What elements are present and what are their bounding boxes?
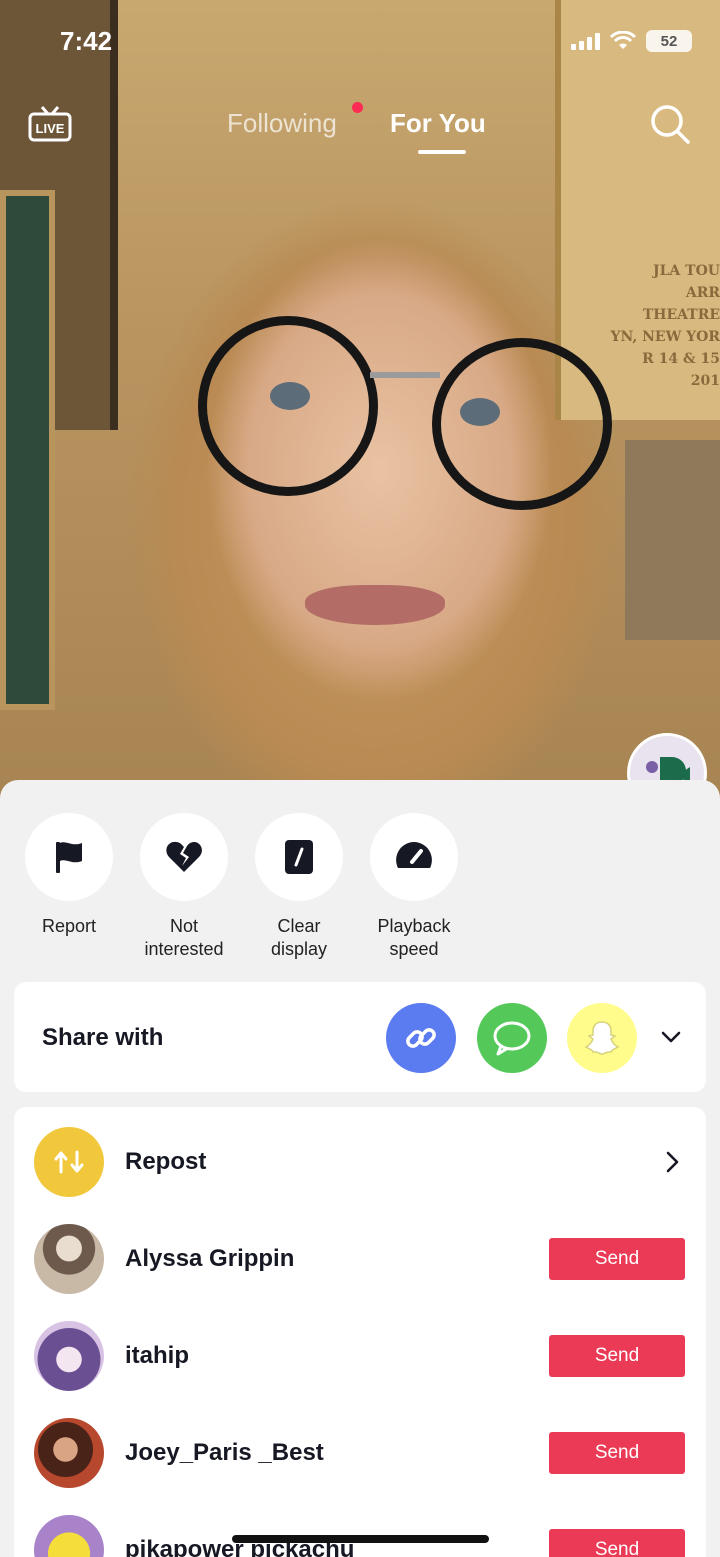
contact-name: Alyssa Grippin — [125, 1245, 295, 1272]
contact-row: itahip Send — [14, 1311, 706, 1401]
repost-icon-circle — [34, 1127, 104, 1197]
battery-indicator: 52 — [646, 30, 692, 52]
message-icon — [493, 1021, 531, 1056]
live-tv-icon[interactable]: LIVE — [28, 106, 72, 142]
contact-row: Alyssa Grippin Send — [14, 1214, 706, 1304]
action-row: Report Not interested Clear display Play… — [0, 813, 720, 973]
poster-line: ARR THEATRE — [642, 285, 720, 323]
playback-speed-button[interactable] — [370, 813, 458, 901]
link-icon — [406, 1028, 436, 1048]
glasses-lens — [198, 316, 378, 496]
clear-display-action[interactable]: Clear display — [239, 813, 359, 961]
share-with-card: Share with — [14, 982, 706, 1092]
sms-share-button[interactable] — [477, 1003, 547, 1073]
repost-label: Repost — [125, 1148, 207, 1175]
clear-display-button[interactable] — [255, 813, 343, 901]
svg-text:LIVE: LIVE — [36, 121, 65, 136]
avatar[interactable] — [34, 1418, 104, 1488]
home-indicator — [232, 1535, 489, 1543]
glasses-lens — [432, 338, 612, 510]
send-button[interactable]: Send — [549, 1432, 685, 1474]
snapchat-share-button[interactable] — [567, 1003, 637, 1073]
tab-for-you[interactable]: For You — [390, 108, 486, 139]
notification-dot — [352, 102, 363, 113]
share-sheet: Report Not interested Clear display Play… — [0, 780, 720, 1557]
send-button[interactable]: Send — [549, 1529, 685, 1557]
flag-icon — [56, 842, 82, 873]
playback-speed-action[interactable]: Playback speed — [354, 813, 474, 961]
not-interested-action[interactable]: Not interested — [124, 813, 244, 961]
repost-row[interactable]: Repost — [14, 1117, 706, 1207]
active-tab-indicator — [418, 150, 466, 154]
contact-name: Joey_Paris _Best — [125, 1439, 324, 1466]
report-label: Report — [41, 916, 97, 936]
cellular-signal-icon — [571, 32, 600, 50]
chevron-right-icon — [666, 1151, 679, 1173]
report-action[interactable]: Report — [9, 813, 129, 938]
mouth — [305, 585, 445, 625]
speedometer-icon — [396, 842, 432, 868]
contact-name: itahip — [125, 1342, 189, 1369]
repost-icon — [54, 1150, 84, 1174]
contact-row: pikapower pickachu Send — [14, 1505, 706, 1557]
search-icon[interactable] — [648, 102, 692, 146]
top-nav: LIVE Following For You — [0, 100, 720, 160]
tab-following[interactable]: Following — [227, 108, 337, 139]
contact-row: Joey_Paris _Best Send — [14, 1408, 706, 1498]
wifi-icon — [610, 31, 636, 49]
status-time: 7:42 — [60, 26, 113, 56]
not-interested-label: Not interested — [144, 916, 224, 959]
poster-line: JLA TOU — [652, 263, 720, 279]
contacts-list: Repost Alyssa Grippin Send itahip Send J… — [14, 1107, 706, 1557]
poster-text: JLA TOU ARR THEATRE YN, NEW YOR R 14 & 1… — [610, 260, 720, 392]
clear-display-label: Clear display — [270, 916, 328, 959]
share-with-title: Share with — [42, 1024, 164, 1051]
copy-link-button[interactable] — [386, 1003, 456, 1073]
playback-speed-label: Playback speed — [377, 916, 451, 959]
send-button[interactable]: Send — [549, 1335, 685, 1377]
shelf — [625, 440, 720, 640]
snapchat-icon — [584, 1021, 620, 1055]
avatar[interactable] — [34, 1224, 104, 1294]
status-icons: 52 — [571, 30, 692, 52]
poster-line: R 14 & 15 201 — [642, 351, 720, 389]
wall-frame — [0, 190, 55, 710]
report-button[interactable] — [25, 813, 113, 901]
chevron-down-icon[interactable] — [656, 1024, 686, 1050]
poster-line: YN, NEW YOR — [610, 329, 720, 345]
avatar[interactable] — [34, 1321, 104, 1391]
avatar[interactable] — [34, 1515, 104, 1557]
clear-display-icon — [285, 840, 313, 874]
broken-heart-icon — [166, 841, 202, 872]
glasses-bridge — [370, 372, 440, 378]
send-button[interactable]: Send — [549, 1238, 685, 1280]
not-interested-button[interactable] — [140, 813, 228, 901]
